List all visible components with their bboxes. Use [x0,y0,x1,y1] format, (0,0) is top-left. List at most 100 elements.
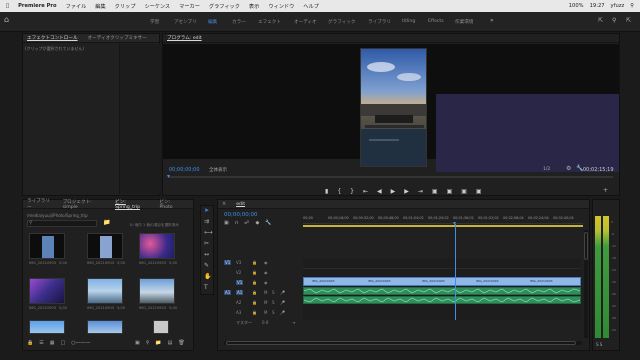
resolution-dropdown[interactable]: 1/2 [543,167,550,172]
comparison-icon[interactable]: ▣ [476,188,482,195]
solo-button[interactable]: S [272,290,275,295]
solo-button[interactable]: S [272,300,275,305]
new-item-icon[interactable]: ▤ [168,340,173,346]
source-patch-v1[interactable]: V1 [224,260,232,265]
menu-marker[interactable]: マーカー [179,3,200,10]
battery-status[interactable]: 100% [569,3,584,9]
settings-icon[interactable]: 🔧 [265,220,271,226]
trash-icon[interactable]: 🗑 [178,340,184,346]
play-icon[interactable]: ▶ [391,188,396,195]
timeline-vscrollbar[interactable] [584,230,588,338]
find-icon[interactable]: ⚲ [146,340,150,346]
lock-icon[interactable]: 🔒 [252,310,257,315]
ws-titling[interactable]: titling [402,19,415,24]
zoom-slider[interactable]: ○——— [71,340,90,346]
razor-tool-icon[interactable]: ✂ [204,241,209,247]
thumbnail[interactable] [87,278,123,304]
thumbnail[interactable] [29,278,65,304]
audio-clip-a1[interactable] [303,287,581,295]
tab-bin-spring[interactable]: ビン: Spring_trip [115,199,150,210]
solo-button[interactable]: S [272,310,275,315]
lock-icon[interactable]: 🔒 [252,260,257,265]
selection-tool-icon[interactable]: ➤ [204,208,209,214]
playhead-icon[interactable]: ▾ [167,174,170,180]
eye-icon[interactable]: ◉ [264,270,268,275]
step-back-icon[interactable]: ◀ [377,188,382,195]
more-icon[interactable]: » [490,18,494,24]
timeline-scrollbar[interactable] [224,341,582,345]
timeline-timecode[interactable]: 00;00;00;00 [224,212,258,218]
app-menu[interactable]: Premiere Pro [18,3,56,9]
track-label[interactable]: V1 [236,280,244,285]
thumbnail[interactable] [87,320,123,334]
pen-tool-icon[interactable]: ✎ [204,263,209,269]
menu-window[interactable]: ウィンドウ [268,3,294,10]
folder-icon[interactable]: 📁 [155,340,161,346]
new-bin-icon[interactable]: 📁 [103,220,110,226]
mute-button[interactable]: M [264,310,267,315]
linked-icon[interactable]: ☍ [244,220,249,226]
menu-file[interactable]: ファイル [66,3,87,10]
track-label[interactable]: A2 [236,300,241,305]
menu-help[interactable]: ヘルプ [303,3,319,10]
ws-assembly[interactable]: アセンブリ [174,19,197,25]
mark-in-icon[interactable]: { [337,188,341,195]
track-label[interactable]: A3 [236,310,241,315]
track-label[interactable]: A1 [236,290,244,295]
lock-icon[interactable]: 🔒 [252,290,257,295]
tab-audio-clip-mixer[interactable]: オーディオクリップミキサー [88,35,147,41]
overwrite-icon[interactable]: ▣ [447,188,453,195]
thumbnail[interactable] [29,320,65,334]
apple-icon[interactable]:  [6,3,9,9]
step-forward-icon[interactable]: ▶ [404,188,409,195]
ws-learning[interactable]: 学習 [150,19,159,25]
ws-custom[interactable]: 作業環境 [455,19,473,25]
eye-icon[interactable]: ◉ [264,280,268,285]
playhead-icon[interactable]: ▾ [453,221,456,227]
nest-icon[interactable]: ▣ [224,220,229,226]
track-label[interactable]: V2 [236,270,241,275]
playhead-line[interactable] [455,224,456,320]
ws-effects[interactable]: エフェクト [258,19,281,25]
lock-icon[interactable]: 🔒 [252,280,257,285]
menu-sequence[interactable]: シーケンス [144,3,170,10]
fit-dropdown[interactable]: 全体表示 [209,167,227,173]
user-name[interactable]: yfuzz [611,3,625,9]
type-tool-icon[interactable]: T [204,285,208,291]
insert-icon[interactable]: ▣ [432,188,438,195]
go-to-out-icon[interactable]: ⇥ [418,188,423,195]
slip-tool-icon[interactable]: ↔ [204,252,209,258]
search-input[interactable]: ⚲ [27,220,97,227]
thumbnail[interactable] [153,320,169,334]
tab-project[interactable]: プロジェクト: simple [63,199,105,210]
marker-icon[interactable]: ▮ [325,188,328,195]
mic-icon[interactable]: 🎤 [280,290,285,295]
tab-bin-photo[interactable]: ビン: Photo [160,199,183,210]
thumbnail[interactable] [87,233,123,259]
source-patch-a1[interactable]: A1 [224,290,232,295]
thumbnail[interactable] [29,233,65,259]
list-view-icon[interactable]: ☰ [39,340,43,346]
fullscreen-icon[interactable]: ⇱ [626,18,631,24]
mute-button[interactable]: M [264,290,267,295]
go-to-in-icon[interactable]: ⇤ [363,188,368,195]
tab-sequence-edit[interactable]: edit [236,202,245,207]
audio-clip-a2[interactable] [303,296,581,304]
icon-view-icon[interactable]: ▦ [50,340,55,346]
mute-button[interactable]: M [264,300,267,305]
tab-program[interactable]: プログラム: edit [167,35,202,41]
camera-icon[interactable]: ▣ [461,188,467,195]
timeline-ruler[interactable]: 00;00 00;00;16;00 00;00;32;00 00;00;48;0… [303,216,583,224]
program-timecode[interactable]: 00;00;00;00 [169,167,200,173]
add-button-icon[interactable]: + [603,188,608,194]
snap-icon[interactable]: ∩ [235,220,239,226]
clock[interactable]: 19:27 [590,3,605,9]
menu-edit[interactable]: 編集 [95,3,105,10]
work-area-bar[interactable] [303,225,583,227]
master-volume[interactable]: 0.0 [262,320,268,325]
video-clip-strip[interactable]: IMG_20210903 IMG_20210903 IMG_20210903 I… [303,277,581,286]
ws-color[interactable]: カラー [232,19,246,25]
mic-icon[interactable]: 🎤 [280,300,285,305]
tab-effect-controls[interactable]: エフェクトコントロール [27,35,78,41]
settings-icon[interactable]: ⚙ [566,166,571,172]
